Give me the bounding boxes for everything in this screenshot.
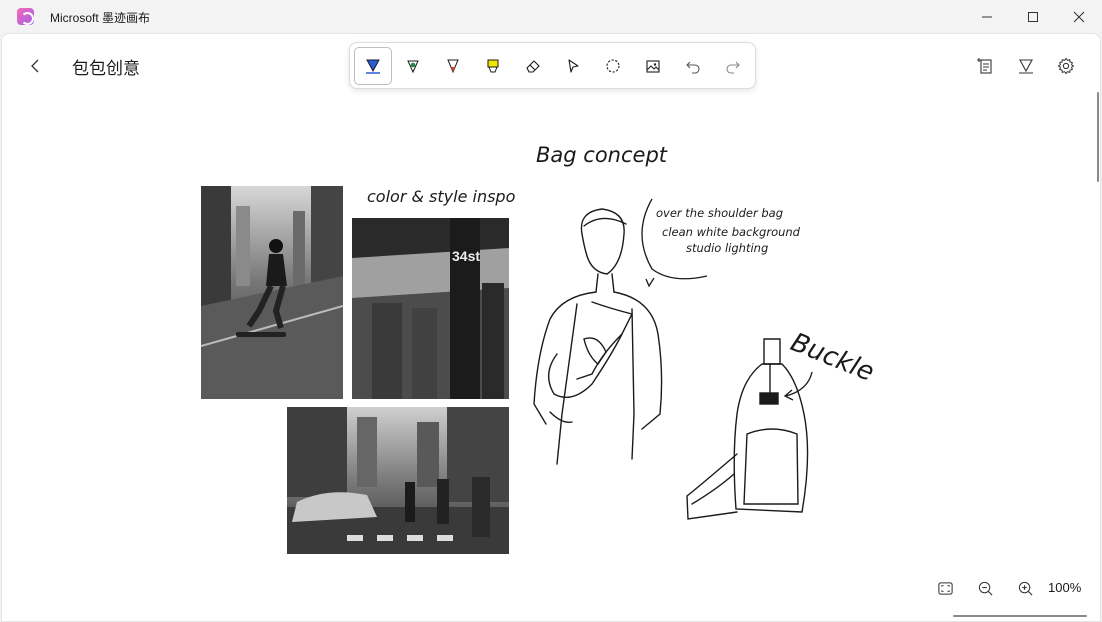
title-bar: Microsoft 墨迹画布	[0, 0, 1102, 33]
app-title: Microsoft 墨迹画布	[50, 11, 151, 25]
zoom-in-button[interactable]	[1012, 575, 1038, 601]
close-button[interactable]	[1056, 0, 1102, 33]
horizontal-scrollbar[interactable]	[953, 615, 1087, 617]
close-icon	[1073, 11, 1085, 22]
ink-canvas[interactable]: 包包创意 34st Bag concept color & style insp…	[1, 33, 1101, 622]
ink-buckle: Buckle	[786, 327, 878, 387]
vertical-scrollbar[interactable]	[1097, 92, 1099, 182]
minimize-icon	[982, 16, 992, 17]
maximize-icon	[1028, 11, 1038, 22]
zoom-in-icon	[1018, 581, 1032, 595]
ink-bag-sketch	[686, 338, 809, 520]
ink-inspo: color & style inspo	[367, 187, 516, 206]
ink-layer: Bag concept color & style inspo over the…	[367, 143, 878, 520]
app-logo-icon	[17, 8, 34, 25]
minimize-button[interactable]	[964, 0, 1010, 33]
maximize-button[interactable]	[1010, 0, 1056, 33]
zoom-out-button[interactable]	[972, 575, 998, 601]
fit-screen-icon	[937, 581, 953, 595]
ink-person-sketch	[533, 208, 663, 465]
ink-note-line3: studio lighting	[686, 241, 768, 255]
ink-title: Bag concept	[536, 143, 668, 167]
zoom-level: 100%	[1048, 580, 1082, 595]
fit-screen-button[interactable]	[932, 575, 958, 601]
zoom-out-icon	[978, 581, 992, 595]
ink-note-line1: over the shoulder bag	[656, 206, 783, 220]
ink-note-line2: clean white background	[662, 225, 801, 239]
